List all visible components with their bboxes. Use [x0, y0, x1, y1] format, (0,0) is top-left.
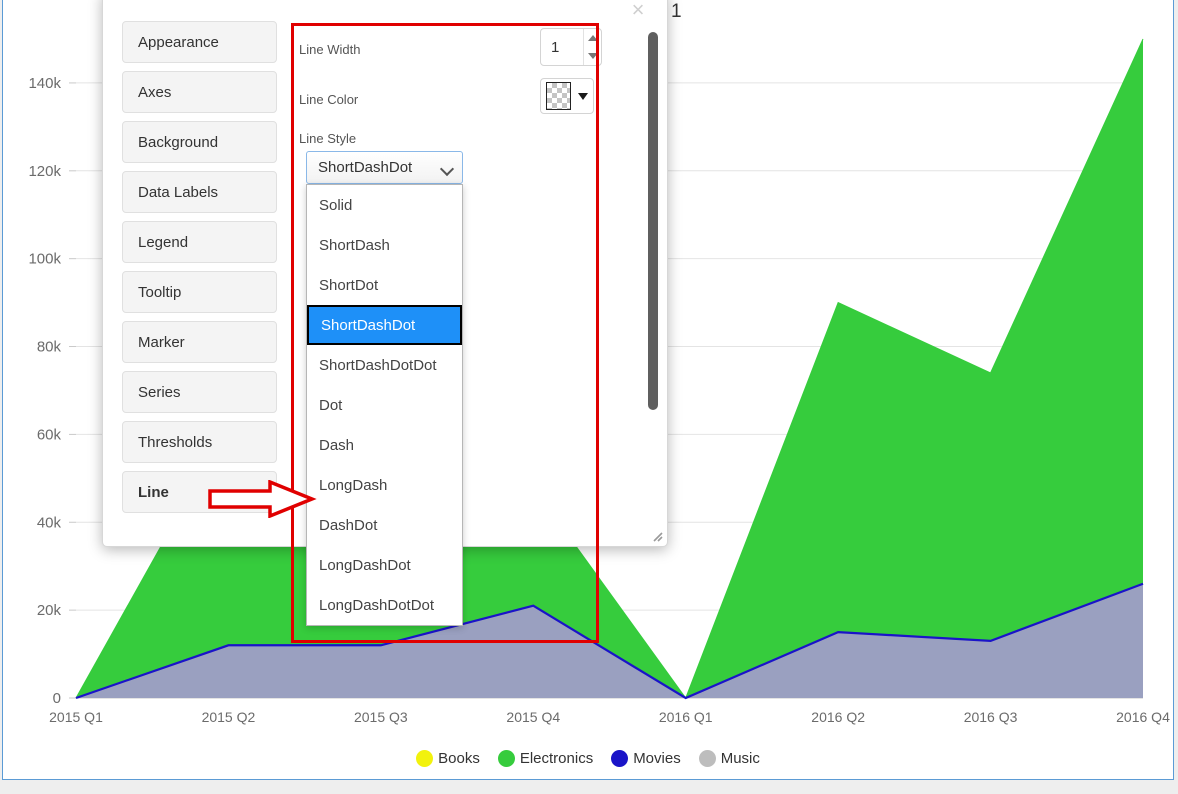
line-settings-panel: Line Width Line Color	[299, 20, 619, 525]
legend-swatch-icon	[416, 750, 433, 767]
chart-title: 1	[671, 1, 682, 22]
y-axis-tick-label: 80k	[37, 339, 62, 356]
line-width-stepper[interactable]	[540, 28, 602, 66]
legend-label: Books	[438, 750, 480, 767]
legend-item-electronics[interactable]: Electronics	[498, 750, 593, 767]
dialog-sidebar-nav: Appearance Axes Background Data Labels Legen…	[122, 21, 277, 537]
y-axis-tick-label: 40k	[37, 514, 62, 531]
line-style-option-shortdashdot[interactable]: ShortDashDot	[307, 305, 462, 345]
legend-label: Electronics	[520, 750, 593, 767]
sidebar-item-label: Background	[138, 134, 218, 151]
y-axis-tick-label: 140k	[28, 75, 61, 92]
legend-item-music[interactable]: Music	[699, 750, 760, 767]
spin-up-button[interactable]	[584, 29, 601, 47]
chart-settings-dialog: × Appearance Axes Background Data Labels Leg…	[102, 0, 668, 547]
sidebar-item-label: Line	[138, 484, 169, 501]
sidebar-item-label: Axes	[138, 84, 171, 101]
legend-label: Music	[721, 750, 760, 767]
sidebar-item-legend[interactable]: Legend	[122, 221, 277, 263]
close-icon[interactable]: ×	[627, 0, 649, 22]
sidebar-item-line[interactable]: Line	[122, 471, 277, 513]
sidebar-item-appearance[interactable]: Appearance	[122, 21, 277, 63]
line-width-spin-buttons	[583, 29, 601, 65]
sidebar-item-label: Legend	[138, 234, 188, 251]
x-axis-tick-label: 2015 Q4	[506, 709, 560, 725]
y-axis-tick-label: 0	[53, 690, 61, 707]
sidebar-item-label: Thresholds	[138, 434, 212, 451]
line-style-label: Line Style	[299, 131, 619, 146]
x-axis-tick-label: 2015 Q3	[354, 709, 408, 725]
line-style-option-longdash[interactable]: LongDash	[307, 465, 462, 505]
x-axis-tick-label: 2016 Q2	[811, 709, 865, 725]
color-swatch-transparent	[546, 82, 571, 110]
sidebar-item-series[interactable]: Series	[122, 371, 277, 413]
arrow-up-icon	[588, 35, 598, 41]
x-axis-tick-label: 2015 Q2	[202, 709, 256, 725]
line-style-option-longdashdot[interactable]: LongDashDot	[307, 545, 462, 585]
chart-y-axis-labels: 0 20k 40k 60k 80k 100k 120k 140k	[28, 75, 61, 707]
line-style-option-dash[interactable]: Dash	[307, 425, 462, 465]
legend-swatch-icon	[611, 750, 628, 767]
chevron-down-icon	[442, 164, 453, 171]
line-style-option-shortdash[interactable]: ShortDash	[307, 225, 462, 265]
x-axis-tick-label: 2016 Q3	[964, 709, 1018, 725]
line-style-options-list[interactable]: SolidShortDashShortDotShortDashDotShortD…	[306, 184, 463, 626]
legend-label: Movies	[633, 750, 681, 767]
sidebar-item-tooltip[interactable]: Tooltip	[122, 271, 277, 313]
sidebar-item-label: Appearance	[138, 34, 219, 51]
sidebar-item-label: Tooltip	[138, 284, 181, 301]
line-style-select[interactable]: ShortDashDot	[306, 151, 463, 184]
sidebar-item-axes[interactable]: Axes	[122, 71, 277, 113]
legend-swatch-icon	[699, 750, 716, 767]
spin-down-button[interactable]	[584, 47, 601, 65]
line-color-field: Line Color	[299, 92, 619, 113]
line-color-picker[interactable]	[540, 78, 594, 114]
y-axis-tick-label: 60k	[37, 426, 62, 443]
line-style-selected-value: ShortDashDot	[318, 159, 412, 176]
legend-item-books[interactable]: Books	[416, 750, 480, 767]
line-style-option-dashdot[interactable]: DashDot	[307, 505, 462, 545]
resize-grip-icon[interactable]	[649, 528, 663, 542]
chevron-down-icon	[578, 93, 588, 100]
legend-swatch-icon	[498, 750, 515, 767]
chart-page-frame: 0 20k 40k 60k 80k 100k 120k 140k 2015 Q1 2015 Q2…	[2, 0, 1174, 780]
y-axis-tick-label: 20k	[37, 602, 62, 619]
scrollbar-thumb[interactable]	[648, 32, 658, 410]
line-style-option-shortdot[interactable]: ShortDot	[307, 265, 462, 305]
line-style-option-dot[interactable]: Dot	[307, 385, 462, 425]
sidebar-item-label: Marker	[138, 334, 185, 351]
chart-legend: Books Electronics Movies Music	[3, 745, 1173, 771]
line-style-option-longdashdotdot[interactable]: LongDashDotDot	[307, 585, 462, 625]
line-style-option-shortdashdotdot[interactable]: ShortDashDotDot	[307, 345, 462, 385]
line-style-field: Line Style ShortDashDot SolidShortDashSh…	[299, 131, 619, 152]
y-axis-tick-label: 120k	[28, 163, 61, 180]
sidebar-item-thresholds[interactable]: Thresholds	[122, 421, 277, 463]
x-axis-tick-label: 2016 Q4	[1116, 709, 1170, 725]
dialog-scrollbar[interactable]	[647, 14, 659, 530]
sidebar-item-marker[interactable]: Marker	[122, 321, 277, 363]
sidebar-item-label: Data Labels	[138, 184, 218, 201]
sidebar-item-background[interactable]: Background	[122, 121, 277, 163]
x-axis-tick-label: 2016 Q1	[659, 709, 713, 725]
arrow-down-icon	[588, 53, 598, 59]
line-width-input[interactable]	[541, 29, 583, 65]
chart-x-axis-labels: 2015 Q1 2015 Q2 2015 Q3 2015 Q4 2016 Q1 2016 …	[49, 709, 1170, 725]
sidebar-item-label: Series	[138, 384, 181, 401]
line-style-option-solid[interactable]: Solid	[307, 185, 462, 225]
x-axis-tick-label: 2015 Q1	[49, 709, 103, 725]
sidebar-item-data-labels[interactable]: Data Labels	[122, 171, 277, 213]
y-axis-tick-label: 100k	[28, 251, 61, 268]
line-width-field: Line Width	[299, 42, 619, 63]
legend-item-movies[interactable]: Movies	[611, 750, 681, 767]
